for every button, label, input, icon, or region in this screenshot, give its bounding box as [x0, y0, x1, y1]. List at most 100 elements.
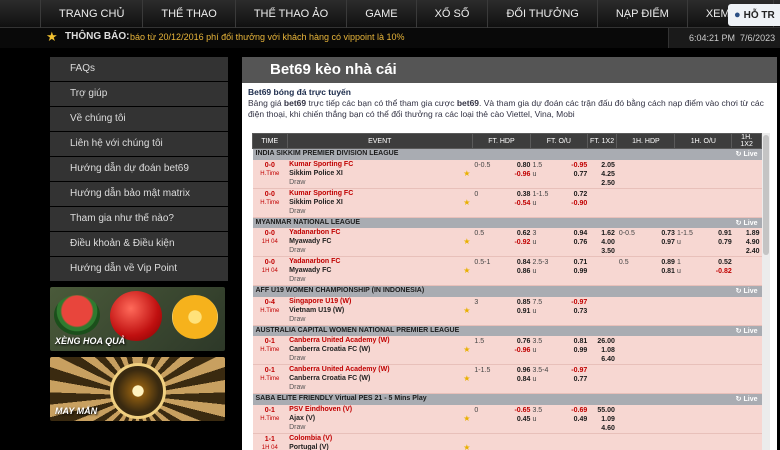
sidebar-item-terms[interactable]: Điều khoản & Điều kiện	[50, 232, 228, 256]
odds-cell[interactable]	[503, 433, 531, 450]
odds-cell[interactable]: 0.52 -0.82	[704, 256, 732, 286]
odds-cell[interactable]	[560, 433, 588, 450]
odds-cell[interactable]	[647, 296, 675, 326]
odds-cell[interactable]: 26.00 1.08 6.40	[587, 336, 617, 365]
odds-cell[interactable]	[704, 159, 732, 189]
odds-value	[587, 258, 615, 267]
odds-cell[interactable]	[704, 404, 732, 434]
odds-value	[560, 444, 587, 450]
odds-cell[interactable]: 0.81 0.99	[560, 336, 588, 365]
odds-cell[interactable]: -0.95 0.77	[560, 159, 588, 189]
favorite-icon[interactable]: ★	[463, 266, 470, 276]
sidebar-item-how-to-join[interactable]: Tham gia như thế nào?	[50, 207, 228, 231]
odds-cell[interactable]: 0.96 0.84	[503, 364, 531, 394]
favorite-icon[interactable]: ★	[463, 306, 470, 316]
nav-rewards[interactable]: ĐỔI THƯỞNG	[488, 0, 598, 28]
odds-value: 1.89	[745, 230, 760, 237]
live-link[interactable]: ↻ Live	[736, 327, 762, 335]
odds-value	[732, 415, 760, 424]
favorite-icon[interactable]: ★	[463, 169, 470, 179]
odds-cell[interactable]	[731, 188, 762, 218]
sidebar-item-security-guide[interactable]: Hướng dẫn bảo mật matrix	[50, 182, 228, 206]
live-link[interactable]: ↻ Live	[736, 219, 762, 227]
odds-cell[interactable]: 0.85 0.91	[503, 296, 531, 326]
live-link[interactable]: ↻ Live	[736, 287, 762, 295]
odds-cell[interactable]	[587, 296, 617, 326]
odds-cell[interactable]: 0.73 0.97	[647, 228, 675, 257]
live-link[interactable]: ↻ Live	[736, 150, 762, 158]
lucky-wheel-banner[interactable]: MAY MẮN	[50, 357, 225, 421]
odds-cell[interactable]	[587, 256, 617, 286]
odds-cell[interactable]	[647, 159, 675, 189]
odds-cell[interactable]	[647, 336, 675, 365]
scrollbar[interactable]	[762, 133, 770, 450]
sidebar-item-about[interactable]: Về chúng tôi	[50, 107, 228, 131]
odds-cell[interactable]	[704, 296, 732, 326]
odds-cell[interactable]	[647, 188, 675, 218]
support-button[interactable]: ● HỖ TR	[728, 4, 780, 26]
odds-cell	[472, 433, 504, 450]
odds-cell[interactable]	[731, 296, 762, 326]
odds-cell[interactable]	[731, 364, 762, 394]
odds-cell[interactable]: -0.65 0.45	[503, 404, 531, 434]
sidebar-item-faqs[interactable]: FAQs	[50, 57, 228, 81]
favorite-icon[interactable]: ★	[463, 237, 470, 247]
odds-cell[interactable]: 0.76 -0.96	[503, 336, 531, 365]
nav-lottery[interactable]: XỔ SỐ	[417, 0, 489, 28]
favorite-icon[interactable]: ★	[463, 374, 470, 384]
odds-cell[interactable]: 0.89 0.81	[647, 256, 675, 286]
odds-value: 2.05	[601, 161, 615, 169]
star-icon: ★	[46, 29, 58, 44]
odds-cell[interactable]	[731, 336, 762, 365]
odds-cell[interactable]	[704, 364, 732, 394]
odds-cell[interactable]: -0.69 0.49	[560, 404, 588, 434]
favorite-icon[interactable]: ★	[463, 414, 470, 424]
nav-deposit[interactable]: NẠP ĐIỂM	[598, 0, 688, 28]
live-link[interactable]: ↻ Live	[736, 395, 762, 403]
odds-cell[interactable]: 0.72 -0.90	[560, 188, 588, 218]
odds-cell[interactable]	[647, 404, 675, 434]
odds-cell[interactable]: 2.05 4.25 2.50	[587, 159, 617, 189]
odds-cell[interactable]: 0.94 0.76	[560, 228, 588, 257]
odds-cell[interactable]	[647, 364, 675, 394]
nav-virtual-sports[interactable]: THỂ THAO ẢO	[236, 0, 348, 28]
odds-cell[interactable]	[647, 433, 675, 450]
favorite-icon[interactable]: ★	[463, 345, 470, 355]
odds-cell[interactable]	[731, 256, 762, 286]
odds-cell[interactable]: 0.80 -0.96	[503, 159, 531, 189]
odds-cell	[616, 159, 648, 189]
odds-cell[interactable]: 0.91 0.79	[704, 228, 732, 257]
scrollbar-thumb[interactable]	[763, 135, 769, 255]
sidebar-item-prediction-guide[interactable]: Hướng dẫn dự đoán bet69	[50, 157, 228, 181]
sidebar-item-help[interactable]: Trợ giúp	[50, 82, 228, 106]
odds-cell[interactable]: 1.62 4.00 3.50	[587, 228, 617, 257]
chat-icon: ●	[734, 9, 741, 21]
favorite-icon[interactable]: ★	[463, 198, 470, 208]
odds-value: 0.96	[516, 367, 531, 374]
odds-cell[interactable]: 0.62 -0.92	[503, 228, 531, 257]
odds-cell[interactable]: 55.00 1.09 4.60	[587, 404, 617, 434]
odds-cell[interactable]: 0.84 0.86	[503, 256, 531, 286]
odds-cell[interactable]	[587, 364, 617, 394]
odds-cell[interactable]	[587, 188, 617, 218]
odds-cell[interactable]	[731, 159, 762, 189]
odds-cell[interactable]: -0.97 0.77	[560, 364, 588, 394]
odds-cell[interactable]: 0.38 -0.54	[503, 188, 531, 218]
fruit-slot-banner[interactable]: XÈNG HOA QUẢ	[50, 287, 225, 351]
nav-sports[interactable]: THỂ THAO	[143, 0, 236, 28]
sidebar-item-vip-guide[interactable]: Hướng dẫn về Vip Point	[50, 257, 228, 281]
nav-home[interactable]: TRANG CHỦ	[40, 0, 144, 28]
sidebar-item-contact[interactable]: Liên hệ với chúng tôi	[50, 132, 228, 156]
odds-cell[interactable]	[731, 433, 762, 450]
odds-cell[interactable]	[704, 188, 732, 218]
odds-cell[interactable]	[704, 336, 732, 365]
favorite-icon[interactable]: ★	[463, 443, 470, 450]
line-value: 0-0.5	[474, 161, 491, 169]
odds-cell[interactable]: -0.97 0.73	[560, 296, 588, 326]
odds-cell[interactable]	[587, 433, 617, 450]
odds-cell[interactable]	[704, 433, 732, 450]
nav-game[interactable]: GAME	[347, 0, 417, 28]
odds-cell[interactable]: 0.71 0.99	[560, 256, 588, 286]
odds-cell[interactable]: 1.89 4.90 2.40	[731, 228, 762, 257]
odds-cell[interactable]	[731, 404, 762, 434]
